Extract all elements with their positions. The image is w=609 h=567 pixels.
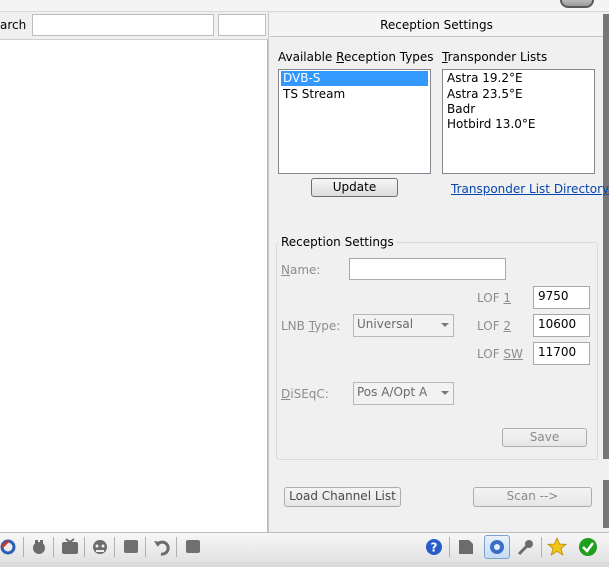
list-item[interactable]: Badr — [445, 102, 592, 117]
search-filter-field[interactable] — [218, 14, 266, 36]
settings-icon[interactable] — [484, 535, 510, 559]
toolbar-separator — [114, 537, 115, 557]
chevron-down-icon — [441, 323, 449, 327]
name-label: Name: — [281, 263, 321, 277]
scan-button[interactable]: Scan --> — [473, 487, 592, 507]
star-icon[interactable] — [546, 536, 568, 557]
undo-icon[interactable] — [152, 537, 172, 557]
help-icon[interactable]: ? — [424, 537, 444, 557]
toolbar-separator — [449, 537, 450, 557]
reception-settings-group-title: Reception Settings — [279, 235, 396, 249]
list-item[interactable]: Astra 19.2°E — [445, 71, 592, 86]
available-types-label: Available Reception Types — [278, 50, 434, 64]
lnb-type-value: Universal — [357, 317, 414, 331]
lof-sw-field[interactable]: 11700 — [533, 342, 590, 365]
panel-edge-bar — [603, 14, 609, 459]
lnb-type-label: LNB Type: — [281, 319, 341, 333]
diseqc-select[interactable]: Pos A/Opt A — [353, 382, 454, 405]
key-icon[interactable] — [516, 537, 536, 557]
square-icon[interactable] — [121, 537, 141, 557]
check-icon[interactable] — [578, 537, 598, 557]
app-logo-icon — [560, 0, 594, 8]
diseqc-value: Pos A/Opt A — [357, 385, 428, 399]
lof1-label: LOF 1 — [477, 291, 512, 305]
svg-text:?: ? — [431, 541, 438, 555]
lof2-label: LOF 2 — [477, 319, 512, 333]
toolbar-separator — [23, 537, 24, 557]
list-item-dvbs[interactable]: DVB-S — [281, 71, 428, 86]
window-top-strip — [0, 0, 609, 12]
panel-title: Reception Settings — [270, 14, 603, 37]
toolbar-separator — [176, 537, 177, 557]
bottom-edge — [0, 562, 609, 567]
refresh-icon[interactable] — [0, 537, 20, 557]
lof-sw-label: LOF SW — [477, 347, 523, 361]
tv-icon[interactable] — [60, 537, 80, 557]
lnb-type-select[interactable]: Universal — [353, 314, 454, 337]
lof1-field[interactable]: 9750 — [533, 286, 590, 309]
list-item-ts-stream[interactable]: TS Stream — [281, 87, 428, 102]
search-label: arch — [0, 18, 27, 32]
transponder-lists-label: Transponder Lists — [442, 50, 548, 64]
toolbar-separator — [53, 537, 54, 557]
name-field[interactable] — [349, 258, 506, 280]
search-input[interactable] — [32, 14, 214, 36]
list-item[interactable]: Astra 23.5°E — [445, 87, 592, 102]
plug-icon[interactable] — [29, 537, 49, 557]
toolbar-separator — [541, 537, 542, 557]
panel-edge-bar-lower — [603, 480, 609, 528]
reception-types-list[interactable]: DVB-S TS Stream — [278, 69, 431, 174]
transponder-directory-link[interactable]: Transponder List Directory — [451, 182, 609, 196]
note-icon[interactable] — [456, 537, 476, 557]
toolbar-separator — [145, 537, 146, 557]
chevron-down-icon — [441, 391, 449, 395]
update-button[interactable]: Update — [311, 178, 398, 197]
list-item[interactable]: Hotbird 13.0°E — [445, 117, 592, 132]
load-channel-list-button[interactable]: Load Channel List — [284, 487, 401, 507]
transponder-list[interactable]: Astra 19.2°E Astra 23.5°E Badr Hotbird 1… — [442, 69, 595, 174]
face-icon[interactable] — [90, 537, 110, 557]
diseqc-label: DiSEqC: — [281, 387, 329, 401]
toolbar-separator — [84, 537, 85, 557]
lof2-field[interactable]: 10600 — [533, 314, 590, 337]
channel-list[interactable] — [0, 40, 268, 532]
save-button[interactable]: Save — [502, 428, 587, 447]
box-icon[interactable] — [183, 537, 203, 557]
